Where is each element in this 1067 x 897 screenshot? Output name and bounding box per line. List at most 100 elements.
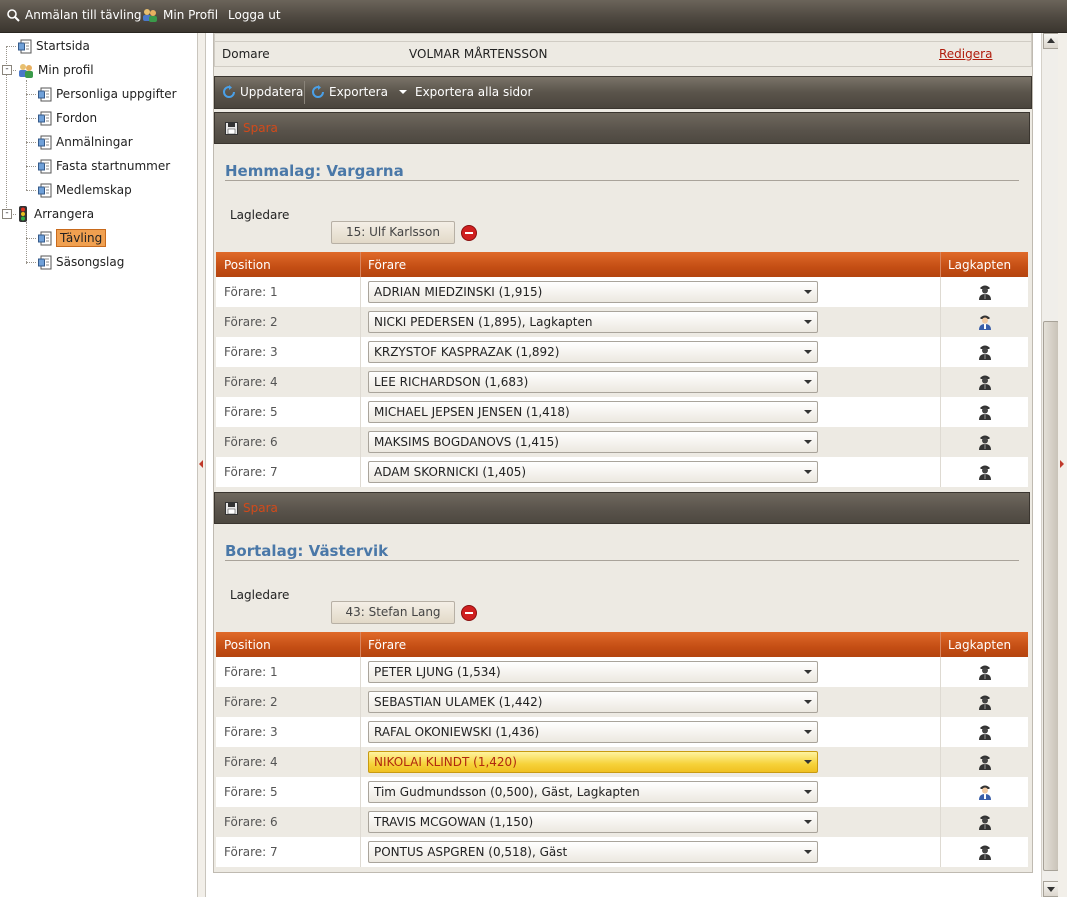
collapse-toggle-icon[interactable]: - bbox=[2, 65, 12, 75]
away-remove-leader-icon[interactable] bbox=[461, 605, 477, 621]
chevron-down-icon[interactable] bbox=[804, 410, 812, 414]
away-leader-button[interactable]: 43: Stefan Lang bbox=[331, 601, 455, 624]
column-position-header[interactable]: Position bbox=[224, 638, 271, 652]
captain-active-icon[interactable] bbox=[977, 783, 993, 801]
edit-link-text[interactable]: Redigera bbox=[939, 47, 992, 61]
column-divider bbox=[360, 632, 361, 657]
cell-divider bbox=[940, 307, 941, 337]
column-position-header[interactable]: Position bbox=[224, 258, 271, 272]
driver-select-value: RAFAL OKONIEWSKI (1,436) bbox=[374, 725, 540, 739]
captain-person-icon[interactable] bbox=[977, 373, 993, 391]
driver-select[interactable]: NIKOLAI KLINDT (1,420) bbox=[368, 751, 818, 773]
sidebar-item-startsida[interactable]: Startsida bbox=[18, 36, 90, 56]
sidebar-item-arrangera[interactable]: Arrangera bbox=[16, 204, 94, 224]
chevron-down-icon[interactable] bbox=[804, 700, 812, 704]
referee-row: Domare VOLMAR MÅRTENSSON Redigera bbox=[214, 41, 1032, 67]
chevron-down-icon[interactable] bbox=[804, 320, 812, 324]
chevron-down-icon[interactable] bbox=[804, 350, 812, 354]
column-captain-header[interactable]: Lagkapten bbox=[948, 638, 1011, 652]
driver-select[interactable]: PONTUS ASPGREN (0,518), Gäst bbox=[368, 841, 818, 863]
page-icon bbox=[38, 255, 52, 269]
captain-person-icon[interactable] bbox=[977, 663, 993, 681]
column-divider bbox=[940, 252, 941, 277]
update-button[interactable]: Uppdatera bbox=[222, 85, 303, 99]
home-save-button[interactable]: Spara bbox=[225, 121, 278, 135]
cell-divider bbox=[360, 337, 361, 367]
captain-person-icon[interactable] bbox=[977, 753, 993, 771]
captain-active-icon[interactable] bbox=[977, 313, 993, 331]
sidebar-item-min-profil[interactable]: Min profil bbox=[18, 60, 94, 80]
chevron-down-icon[interactable] bbox=[804, 760, 812, 764]
column-driver-header[interactable]: Förare bbox=[368, 258, 406, 272]
chevron-down-icon[interactable] bbox=[804, 790, 812, 794]
table-row: Förare: 3 RAFAL OKONIEWSKI (1,436) bbox=[216, 717, 1028, 747]
captain-person-icon[interactable] bbox=[977, 813, 993, 831]
away-save-button[interactable]: Spara bbox=[225, 501, 278, 515]
home-remove-leader-icon[interactable] bbox=[461, 225, 477, 241]
driver-select[interactable]: ADRIAN MIEDZINSKI (1,915) bbox=[368, 281, 818, 303]
driver-select[interactable]: PETER LJUNG (1,534) bbox=[368, 661, 818, 683]
vertical-scrollbar[interactable] bbox=[1041, 33, 1059, 897]
my-profile-link[interactable]: Min Profil bbox=[142, 8, 218, 22]
chevron-down-icon[interactable] bbox=[804, 670, 812, 674]
chevron-down-icon[interactable] bbox=[804, 850, 812, 854]
chevron-down-icon[interactable] bbox=[804, 470, 812, 474]
captain-person-icon[interactable] bbox=[977, 433, 993, 451]
captain-person-icon[interactable] bbox=[977, 403, 993, 421]
captain-person-icon[interactable] bbox=[977, 463, 993, 481]
chevron-down-icon[interactable] bbox=[804, 730, 812, 734]
export-button[interactable]: Exportera bbox=[311, 85, 410, 99]
register-competition-link[interactable]: Anmälan till tävling bbox=[6, 8, 142, 22]
chevron-down-icon[interactable] bbox=[396, 87, 410, 97]
driver-select[interactable]: ADAM SKORNICKI (1,405) bbox=[368, 461, 818, 483]
sidebar-item-medlemskap[interactable]: Medlemskap bbox=[38, 180, 132, 200]
driver-select[interactable]: LEE RICHARDSON (1,683) bbox=[368, 371, 818, 393]
cell-divider bbox=[360, 397, 361, 427]
export-all-button[interactable]: Exportera alla sidor bbox=[415, 85, 532, 99]
collapse-arrow-icon[interactable] bbox=[199, 460, 203, 468]
scroll-up-button[interactable] bbox=[1043, 33, 1059, 49]
sidebar-item-fasta-startnummer[interactable]: Fasta startnummer bbox=[38, 156, 170, 176]
captain-person-icon[interactable] bbox=[977, 843, 993, 861]
floppy-disk-icon bbox=[225, 501, 238, 515]
chevron-down-icon[interactable] bbox=[804, 380, 812, 384]
sidebar-splitter[interactable] bbox=[198, 33, 206, 897]
sidebar-item-personliga-uppgifter[interactable]: Personliga uppgifter bbox=[38, 84, 177, 104]
chevron-down-icon[interactable] bbox=[804, 440, 812, 444]
driver-select[interactable]: MICHAEL JEPSEN JENSEN (1,418) bbox=[368, 401, 818, 423]
scroll-down-button[interactable] bbox=[1043, 881, 1059, 897]
chevron-down-icon[interactable] bbox=[804, 820, 812, 824]
sidebar-item-anmalningar[interactable]: Anmälningar bbox=[38, 132, 133, 152]
driver-select[interactable]: MAKSIMS BOGDANOVS (1,415) bbox=[368, 431, 818, 453]
page-icon bbox=[38, 183, 52, 197]
sidebar-item-fordon[interactable]: Fordon bbox=[38, 108, 97, 128]
driver-select[interactable]: SEBASTIAN ULAMEK (1,442) bbox=[368, 691, 818, 713]
driver-select[interactable]: NICKI PEDERSEN (1,895), Lagkapten bbox=[368, 311, 818, 333]
captain-person-icon[interactable] bbox=[977, 343, 993, 361]
scrollbar-thumb[interactable] bbox=[1043, 321, 1059, 871]
chevron-down-icon[interactable] bbox=[804, 290, 812, 294]
captain-person-icon[interactable] bbox=[977, 723, 993, 741]
column-captain-header[interactable]: Lagkapten bbox=[948, 258, 1011, 272]
expand-arrow-icon[interactable] bbox=[1060, 460, 1064, 468]
logout-link[interactable]: Logga ut bbox=[228, 8, 281, 22]
captain-person-icon[interactable] bbox=[977, 283, 993, 301]
driver-select[interactable]: RAFAL OKONIEWSKI (1,436) bbox=[368, 721, 818, 743]
table-row: Förare: 2 NICKI PEDERSEN (1,895), Lagkapt… bbox=[216, 307, 1028, 337]
driver-select[interactable]: KRZYSTOF KASPRAZAK (1,892) bbox=[368, 341, 818, 363]
edit-referee-link[interactable]: Redigera bbox=[939, 47, 992, 61]
home-leader-button[interactable]: 15: Ulf Karlsson bbox=[331, 221, 455, 244]
sidebar-item-sasongslag[interactable]: Säsongslag bbox=[38, 252, 124, 272]
arrow-up-icon bbox=[1047, 38, 1055, 43]
driver-select[interactable]: TRAVIS MCGOWAN (1,150) bbox=[368, 811, 818, 833]
driver-select-value: MAKSIMS BOGDANOVS (1,415) bbox=[374, 435, 559, 449]
right-splitter[interactable] bbox=[1058, 33, 1067, 897]
column-driver-header[interactable]: Förare bbox=[368, 638, 406, 652]
table-row: Förare: 4 NIKOLAI KLINDT (1,420) bbox=[216, 747, 1028, 777]
sidebar-item-tavling[interactable]: Tävling bbox=[38, 228, 107, 248]
driver-select[interactable]: Tim Gudmundsson (0,500), Gäst, Lagkapten bbox=[368, 781, 818, 803]
collapse-toggle-icon[interactable]: - bbox=[2, 209, 12, 219]
page-icon bbox=[38, 87, 52, 101]
captain-person-icon[interactable] bbox=[977, 693, 993, 711]
tree-connector-line bbox=[26, 142, 36, 143]
